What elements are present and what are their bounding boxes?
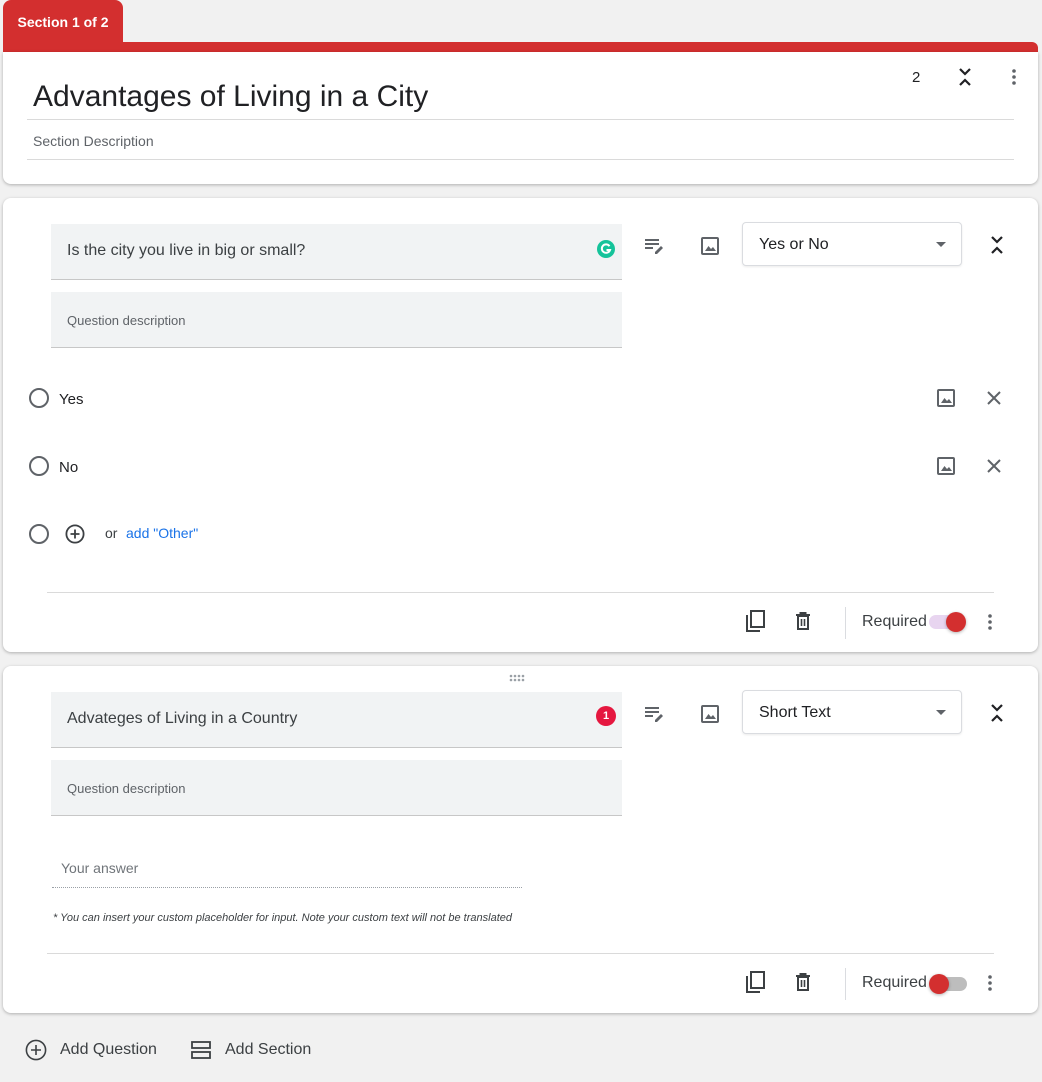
- footer-separator: [845, 968, 846, 1000]
- or-text: or: [105, 525, 118, 541]
- add-other-link[interactable]: add "Other": [126, 525, 198, 541]
- image-icon[interactable]: [698, 702, 722, 726]
- question-footer-divider: [47, 953, 994, 954]
- answer-placeholder-input[interactable]: Your answer: [61, 860, 138, 876]
- question-description: Question description: [67, 781, 186, 796]
- question-title-field[interactable]: Is the city you live in big or small?: [51, 224, 622, 280]
- collapse-icon[interactable]: [985, 701, 1009, 725]
- add-circle-icon[interactable]: [63, 522, 87, 546]
- question-type-value: Yes or No: [759, 236, 829, 253]
- text-format-icon[interactable]: [642, 234, 666, 258]
- add-section-button[interactable]: Add Section: [225, 1041, 311, 1059]
- collapse-icon[interactable]: [985, 233, 1009, 257]
- more-vert-icon[interactable]: [1002, 65, 1026, 89]
- placeholder-note: * You can insert your custom placeholder…: [53, 912, 512, 924]
- section-count: 2: [912, 69, 921, 86]
- add-question-button[interactable]: Add Question: [60, 1041, 157, 1059]
- section-description[interactable]: Section Description: [33, 133, 154, 149]
- question-description-field[interactable]: Question description: [51, 760, 622, 816]
- required-label: Required: [862, 613, 927, 630]
- image-icon[interactable]: [934, 454, 958, 478]
- question-title: Is the city you live in big or small?: [67, 242, 306, 259]
- option-label[interactable]: Yes: [59, 391, 83, 408]
- question-type-select[interactable]: Short Text: [742, 690, 962, 734]
- image-icon[interactable]: [698, 234, 722, 258]
- option-label[interactable]: No: [59, 459, 78, 476]
- section-icon[interactable]: [189, 1038, 213, 1062]
- required-label: Required: [862, 974, 927, 991]
- required-toggle-knob[interactable]: [929, 974, 949, 994]
- close-icon[interactable]: [982, 454, 1006, 478]
- question-footer-divider: [47, 592, 994, 593]
- image-icon[interactable]: [934, 386, 958, 410]
- description-divider: [27, 159, 1014, 160]
- footer-separator: [845, 607, 846, 639]
- copy-icon[interactable]: [743, 970, 767, 994]
- question-type-select[interactable]: Yes or No: [742, 222, 962, 266]
- delete-icon[interactable]: [791, 970, 815, 994]
- error-count-badge[interactable]: 1: [596, 706, 616, 726]
- question-title: Advateges of Living in a Country: [67, 710, 298, 727]
- delete-icon[interactable]: [791, 609, 815, 633]
- copy-icon[interactable]: [743, 609, 767, 633]
- section-header-card: [3, 52, 1038, 184]
- required-toggle-knob[interactable]: [946, 612, 966, 632]
- text-format-icon[interactable]: [642, 702, 666, 726]
- radio-option-yes[interactable]: [29, 388, 49, 408]
- title-divider: [27, 119, 1014, 120]
- add-circle-icon[interactable]: [24, 1038, 48, 1062]
- collapse-icon[interactable]: [953, 65, 977, 89]
- section-tab[interactable]: Section 1 of 2: [3, 0, 123, 48]
- drag-handle-icon[interactable]: [507, 672, 527, 684]
- section-title[interactable]: Advantages of Living in a City: [33, 80, 428, 114]
- question-title-field[interactable]: Advateges of Living in a Country 1: [51, 692, 622, 748]
- answer-underline: [52, 887, 522, 888]
- question-type-value: Short Text: [759, 704, 831, 721]
- chevron-down-icon: [936, 242, 946, 247]
- question-description-field[interactable]: Question description: [51, 292, 622, 348]
- more-vert-icon[interactable]: [978, 610, 1002, 634]
- radio-option-no[interactable]: [29, 456, 49, 476]
- close-icon[interactable]: [982, 386, 1006, 410]
- more-vert-icon[interactable]: [978, 971, 1002, 995]
- grammarly-icon[interactable]: [596, 239, 616, 259]
- radio-option-new: [29, 524, 49, 544]
- chevron-down-icon: [936, 710, 946, 715]
- question-description: Question description: [67, 313, 186, 328]
